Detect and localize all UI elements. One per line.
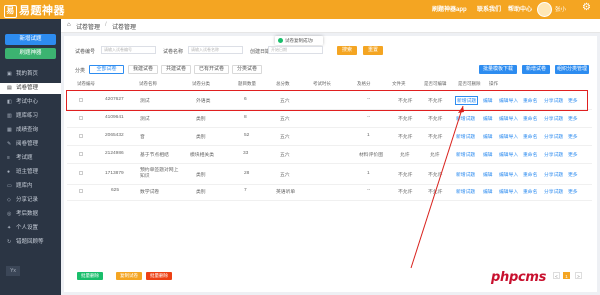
copy-paper-button[interactable]: 复制试卷 [116, 272, 142, 280]
page-1-button[interactable]: 1 [563, 272, 570, 279]
batch-delete-button[interactable]: 批量删除 [77, 272, 103, 280]
watermark: phpcms [491, 270, 547, 285]
prev-page-button[interactable]: < [553, 272, 560, 279]
delete-button[interactable]: 批量删除 [146, 272, 172, 280]
annotation-arrow [410, 105, 464, 269]
next-page-button[interactable]: > [575, 272, 582, 279]
